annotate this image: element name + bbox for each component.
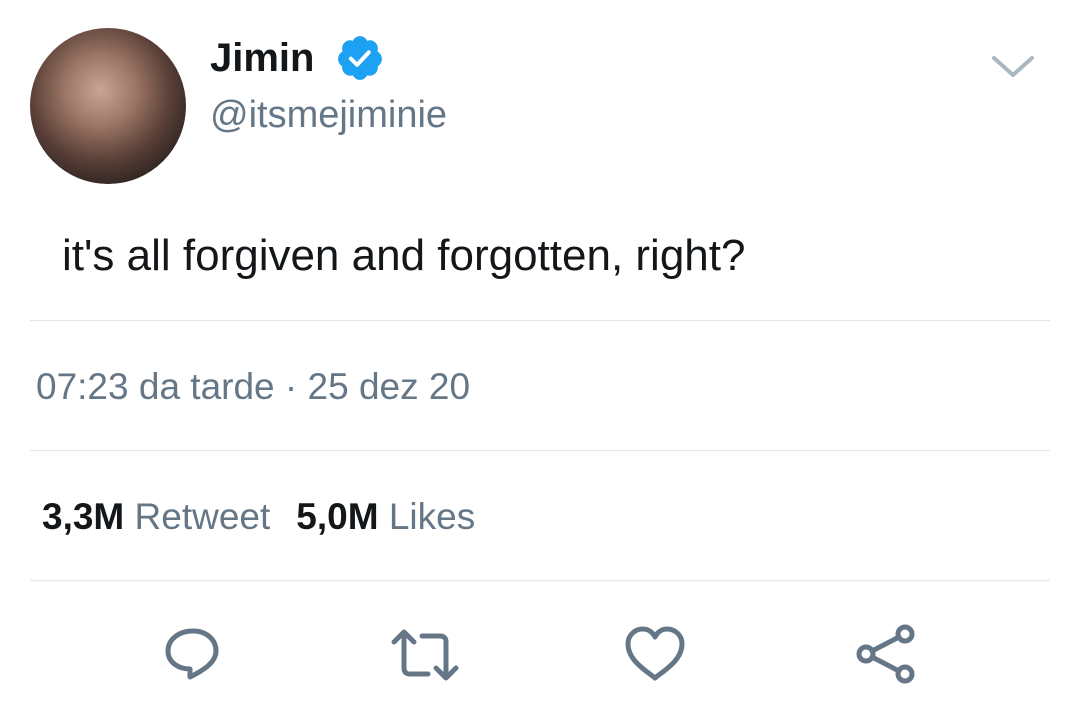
retweet-icon [391, 629, 459, 681]
tweet-timestamp: 07:23 da tarde · 25 dez 20 [36, 364, 470, 410]
tweet-text: it's all forgiven and forgotten, right? [62, 231, 746, 280]
likes-label: Likes [388, 496, 476, 537]
display-name[interactable]: Jimin [210, 34, 314, 82]
verified-badge-icon [338, 36, 382, 80]
tweet-date: 25 dez 20 [307, 366, 471, 407]
retweet-count: 3,3M [42, 496, 125, 537]
divider [30, 450, 1050, 451]
tweet-stats: 3,3M Retweet 5,0M Likes [42, 494, 475, 540]
divider [30, 320, 1050, 321]
reply-button[interactable] [158, 620, 228, 690]
share-button[interactable] [852, 620, 922, 690]
share-icon [856, 624, 915, 684]
like-button[interactable] [620, 620, 690, 690]
likes-stat[interactable]: 5,0M Likes [296, 496, 475, 537]
divider [30, 580, 1050, 581]
tweet-time: 07:23 da tarde [36, 366, 275, 407]
likes-count: 5,0M [296, 496, 379, 537]
user-handle[interactable]: @itsmejiminie [210, 92, 447, 138]
retweet-label: Retweet [134, 496, 271, 537]
reply-icon [165, 628, 219, 680]
retweet-stat[interactable]: 3,3M Retweet [42, 496, 270, 537]
heart-icon [625, 626, 685, 681]
chevron-down-icon[interactable] [988, 48, 1038, 82]
retweet-button[interactable] [390, 620, 460, 690]
avatar[interactable] [30, 28, 186, 184]
timestamp-separator: · [284, 366, 298, 407]
